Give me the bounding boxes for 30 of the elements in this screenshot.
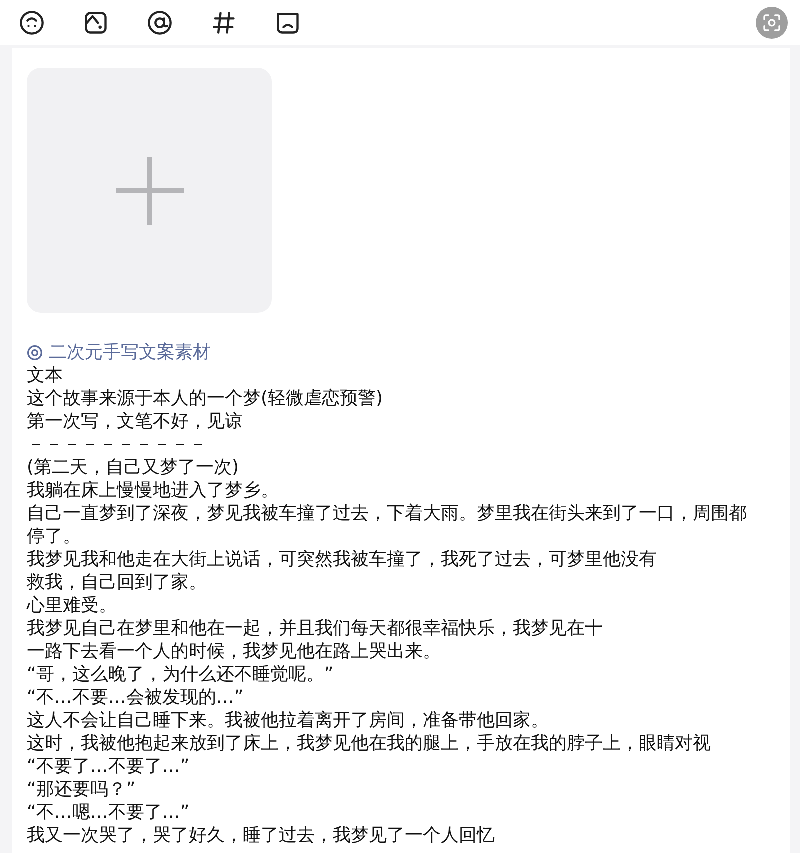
text-line: 救我，自己回到了家。 xyxy=(27,571,207,594)
text-line: 这时，我被他抱起来放到了床上，我梦见他在我的腿上，手放在我的脖子上，眼睛对视 xyxy=(27,732,711,755)
text-line: 停了。 xyxy=(27,525,81,548)
text-line: 我梦见自己在梦里和他在一起，并且我们每天都很幸福快乐，我梦见在十 xyxy=(27,617,603,640)
text-line: 这人不会让自己睡下来。我被他拉着离开了房间，准备带他回家。 xyxy=(27,709,549,732)
text-line: “哥，这么晚了，为什么还不睡觉呢。” xyxy=(27,663,334,686)
at-sign-icon[interactable] xyxy=(147,10,173,36)
hashtag-icon[interactable] xyxy=(211,10,237,36)
text-line: 一路下去看一个人的时候，我梦见他在路上哭出来。 xyxy=(27,640,441,663)
topic-link[interactable]: 二次元手写文案素材 xyxy=(49,341,211,364)
image-icon[interactable] xyxy=(83,10,109,36)
text-line: (第二天，自己又梦了一次) xyxy=(27,456,240,479)
scan-icon xyxy=(762,12,782,32)
text-line: 我梦见我和他走在大街上说话，可突然我被车撞了，我死了过去，可梦里他没有 xyxy=(27,548,657,571)
text-line: 第一次写，文笔不好，见谅 xyxy=(27,410,243,433)
text-line: －－－－－－－－－－ xyxy=(27,433,207,456)
text-line: “那还要吗？” xyxy=(27,778,136,801)
topic-icon xyxy=(27,344,43,360)
text-line: 我又一次哭了，哭了好久，睡了过去，我梦见了一个人回忆 xyxy=(27,824,495,847)
text-line: “不要了…不要了…” xyxy=(27,755,190,778)
text-line: 我躺在床上慢慢地进入了梦乡。 xyxy=(27,479,279,502)
text-line: 文本 xyxy=(27,364,63,387)
text-line: “不…不要…会被发现的…” xyxy=(27,686,244,709)
text-line: 自己一直梦到了深夜，梦见我被车撞了过去，下着大雨。梦里我在街头来到了一口，周围都 xyxy=(27,502,747,525)
scan-button[interactable] xyxy=(756,6,788,38)
text-line: 心里难受。 xyxy=(27,594,117,617)
text-line: 这个故事来源于本人的一个梦(轻微虐恋预警) xyxy=(27,387,384,410)
plus-icon xyxy=(114,154,186,226)
smiley-icon[interactable] xyxy=(19,10,45,36)
text-line: “不…嗯…不要了…” xyxy=(27,801,190,824)
